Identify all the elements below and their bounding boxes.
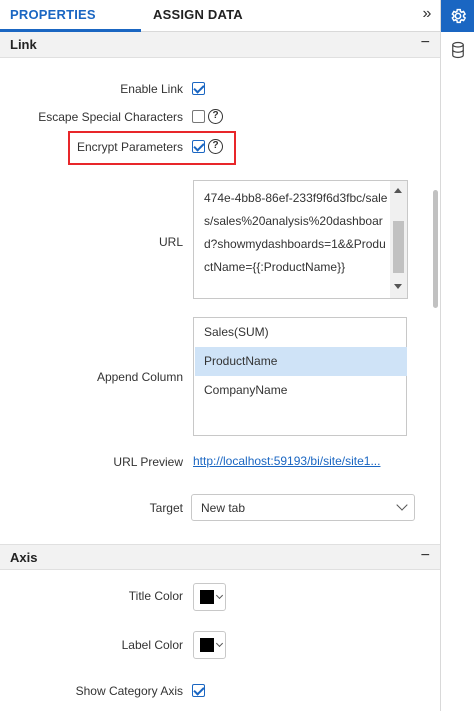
tab-properties[interactable]: PROPERTIES bbox=[10, 0, 96, 32]
collapse-section-icon[interactable]: − bbox=[421, 547, 430, 565]
url-textarea[interactable]: 474e-4bb8-86ef-233f9f6d3fbc/sales/sales%… bbox=[193, 180, 408, 299]
label-color-picker[interactable] bbox=[193, 631, 226, 659]
data-button[interactable] bbox=[441, 34, 474, 66]
label-color-swatch bbox=[200, 638, 214, 652]
escape-special-checkbox[interactable] bbox=[192, 110, 205, 123]
section-header-link[interactable]: Link − bbox=[0, 32, 440, 58]
target-value: New tab bbox=[201, 501, 246, 515]
show-category-axis-label: Show Category Axis bbox=[75, 684, 183, 698]
escape-special-label: Escape Special Characters bbox=[38, 110, 183, 124]
target-dropdown[interactable]: New tab bbox=[191, 494, 415, 521]
panel-scrollbar[interactable] bbox=[433, 190, 438, 308]
section-title-axis: Axis bbox=[10, 550, 38, 565]
scroll-down-arrow-icon[interactable] bbox=[394, 284, 402, 289]
append-column-label: Append Column bbox=[96, 370, 183, 384]
right-toolbar bbox=[440, 0, 474, 711]
list-item-selected[interactable]: ProductName bbox=[195, 347, 407, 376]
chevron-down-icon bbox=[215, 639, 224, 648]
list-item[interactable]: Sales(SUM) bbox=[195, 318, 407, 347]
encrypt-params-checkbox[interactable] bbox=[192, 140, 205, 153]
chevron-down-icon bbox=[396, 499, 408, 511]
scroll-up-arrow-icon[interactable] bbox=[394, 188, 402, 193]
url-value: 474e-4bb8-86ef-233f9f6d3fbc/sales/sales%… bbox=[204, 191, 388, 274]
gear-icon bbox=[450, 8, 466, 24]
target-label: Target bbox=[149, 501, 183, 515]
panel-tabs: PROPERTIES ASSIGN DATA » bbox=[0, 0, 440, 32]
url-label: URL bbox=[158, 235, 183, 249]
chevron-down-icon bbox=[215, 591, 224, 600]
settings-button[interactable] bbox=[441, 0, 474, 32]
scrollbar-thumb[interactable] bbox=[393, 221, 404, 273]
tab-assign-data[interactable]: ASSIGN DATA bbox=[153, 0, 243, 32]
help-icon[interactable]: ? bbox=[208, 109, 223, 124]
enable-link-checkbox[interactable] bbox=[192, 82, 205, 95]
url-preview-label: URL Preview bbox=[113, 455, 183, 469]
url-preview-link[interactable]: http://localhost:59193/bi/site/site1... bbox=[193, 454, 380, 468]
show-category-axis-checkbox[interactable] bbox=[192, 684, 205, 697]
database-icon bbox=[451, 41, 464, 59]
title-color-swatch bbox=[200, 590, 214, 604]
section-title-link: Link bbox=[10, 37, 37, 52]
title-color-picker[interactable] bbox=[193, 583, 226, 611]
double-chevron-right-icon[interactable]: » bbox=[418, 4, 436, 26]
append-column-list[interactable]: Sales(SUM) ProductName CompanyName bbox=[193, 317, 407, 436]
list-item[interactable]: CompanyName bbox=[195, 376, 407, 405]
url-scrollbar[interactable] bbox=[390, 181, 407, 298]
enable-link-label: Enable Link bbox=[120, 82, 183, 96]
label-color-label: Label Color bbox=[121, 638, 183, 652]
encrypt-params-label: Encrypt Parameters bbox=[76, 140, 183, 154]
title-color-label: Title Color bbox=[128, 589, 183, 603]
collapse-section-icon[interactable]: − bbox=[421, 34, 430, 52]
help-icon[interactable]: ? bbox=[208, 139, 223, 154]
section-header-axis[interactable]: Axis − bbox=[0, 544, 440, 570]
